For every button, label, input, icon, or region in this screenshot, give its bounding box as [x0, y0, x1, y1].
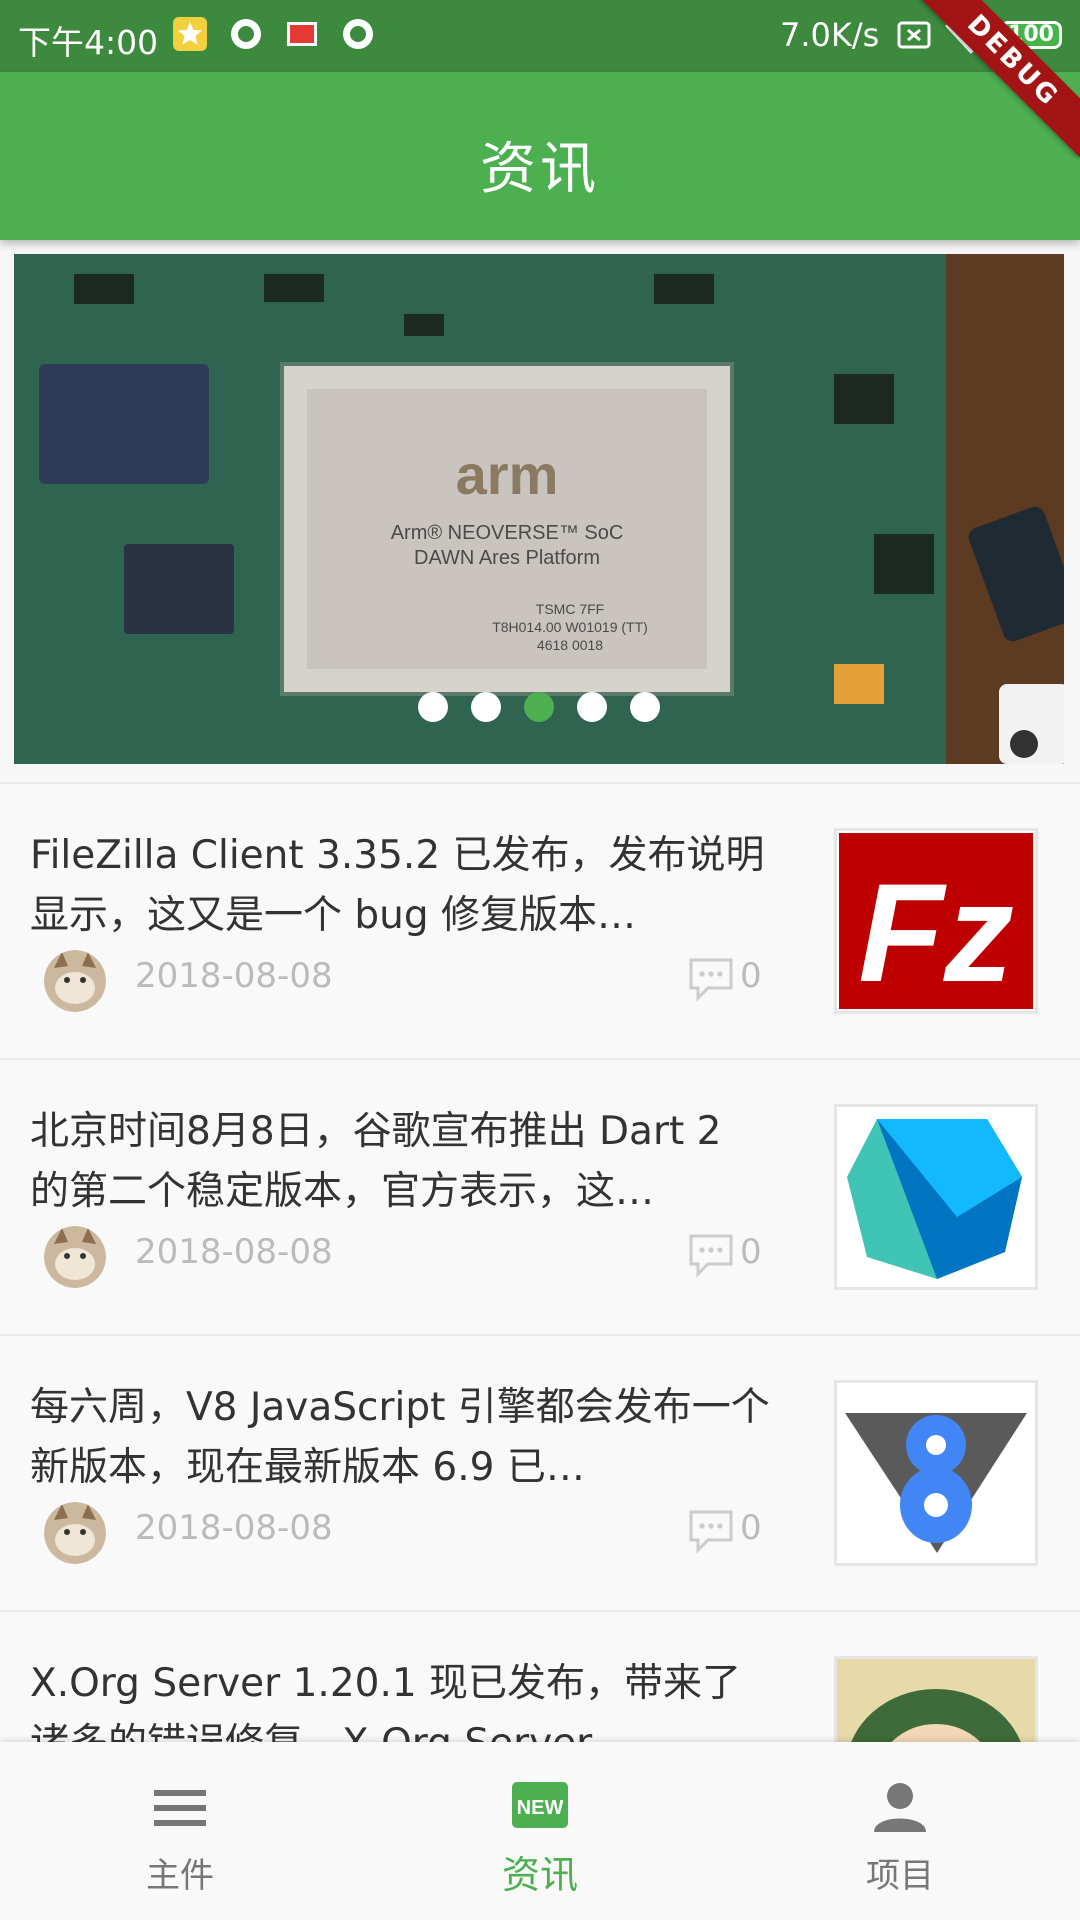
chip-line4: T8H014.00 W01019 (TT) — [492, 619, 648, 635]
carousel-dot[interactable] — [630, 692, 661, 722]
chip-line3: TSMC 7FF — [536, 601, 604, 617]
star-app-icon — [173, 17, 207, 51]
news-list: FileZilla Client 3.35.2 已发布，发布说明显示，这又是一个… — [0, 782, 1080, 1886]
carousel-dot[interactable] — [417, 692, 448, 722]
news-date: 2018-08-08 — [135, 1508, 333, 1548]
person-icon — [874, 1783, 926, 1832]
nav-item-news[interactable]: NEW 资讯 — [360, 1742, 720, 1920]
news-date: 2018-08-08 — [135, 956, 333, 996]
filezilla-logo-text: Fz — [858, 854, 1014, 1011]
sim-icon — [897, 21, 931, 49]
news-item[interactable]: FileZilla Client 3.35.2 已发布，发布说明显示，这又是一个… — [0, 782, 1080, 1058]
carousel-dot[interactable] — [577, 692, 608, 722]
dart-logo-icon — [847, 1119, 1022, 1279]
circle-icon — [343, 19, 373, 49]
network-speed: 7.0K/s — [780, 16, 880, 54]
nav-label: 主件 — [146, 1856, 214, 1896]
chip-line5: 4618 0018 — [537, 637, 603, 653]
status-bar: 下午4:00 7.0K/s 100 — [0, 0, 1080, 72]
news-item[interactable]: 每六周，V8 JavaScript 引擎都会发布一个新版本，现在最新版本 6.9… — [0, 1334, 1080, 1610]
new-badge-icon: NEW — [512, 1782, 568, 1828]
news-title: FileZilla Client 3.35.2 已发布，发布说明显示，这又是一个… — [30, 833, 765, 938]
comment-count: 0 — [740, 1508, 762, 1548]
news-thumbnail[interactable] — [834, 1380, 1038, 1566]
new-badge-text: NEW — [517, 1797, 564, 1819]
page-title: 资讯 — [480, 137, 600, 202]
status-time: 下午4:00 — [18, 23, 159, 62]
carousel-dot[interactable] — [470, 692, 501, 722]
author-avatar — [44, 1226, 106, 1288]
comment-icon[interactable] — [686, 1508, 736, 1554]
comment-count: 0 — [740, 1232, 762, 1272]
carousel-dot-active[interactable] — [524, 692, 554, 722]
news-title: 每六周，V8 JavaScript 引擎都会发布一个新版本，现在最新版本 6.9… — [30, 1385, 770, 1490]
toutiao-icon — [287, 22, 317, 46]
comment-count: 0 — [740, 956, 762, 996]
chip-line1: Arm® NEOVERSE™ SoC — [391, 522, 624, 544]
app-bar: 资讯 — [0, 72, 1080, 240]
chip-brand: arm — [456, 443, 559, 506]
nav-label: 项目 — [866, 1856, 934, 1896]
author-avatar — [44, 950, 106, 1012]
menu-icon — [154, 1790, 206, 1826]
carousel-indicator — [14, 692, 1064, 726]
news-thumbnail[interactable]: Fz — [834, 828, 1038, 1014]
filezilla-logo-icon: Fz — [839, 833, 1033, 1011]
news-item[interactable]: 北京时间8月8日，谷歌宣布推出 Dart 2 的第二个稳定版本，官方表示，这… … — [0, 1058, 1080, 1334]
news-title: 北京时间8月8日，谷歌宣布推出 Dart 2 的第二个稳定版本，官方表示，这… — [30, 1109, 722, 1214]
chip-line2: DAWN Ares Platform — [414, 547, 600, 569]
news-thumbnail[interactable] — [834, 1104, 1038, 1290]
comment-icon[interactable] — [686, 956, 736, 1002]
circle-icon — [231, 19, 261, 49]
nav-label: 资讯 — [501, 1853, 578, 1897]
nav-item-components[interactable]: 主件 — [0, 1742, 360, 1920]
banner-carousel[interactable]: arm Arm® NEOVERSE™ SoC DAWN Ares Platfor… — [14, 254, 1064, 764]
v8-logo-icon — [845, 1413, 1027, 1553]
author-avatar — [44, 1502, 106, 1564]
nav-item-projects[interactable]: 项目 — [720, 1742, 1080, 1920]
comment-icon[interactable] — [686, 1232, 736, 1278]
news-date: 2018-08-08 — [135, 1232, 333, 1272]
bottom-navigation: 主件 NEW 资讯 项目 — [0, 1742, 1080, 1920]
banner-image: arm Arm® NEOVERSE™ SoC DAWN Ares Platfor… — [14, 254, 1064, 764]
